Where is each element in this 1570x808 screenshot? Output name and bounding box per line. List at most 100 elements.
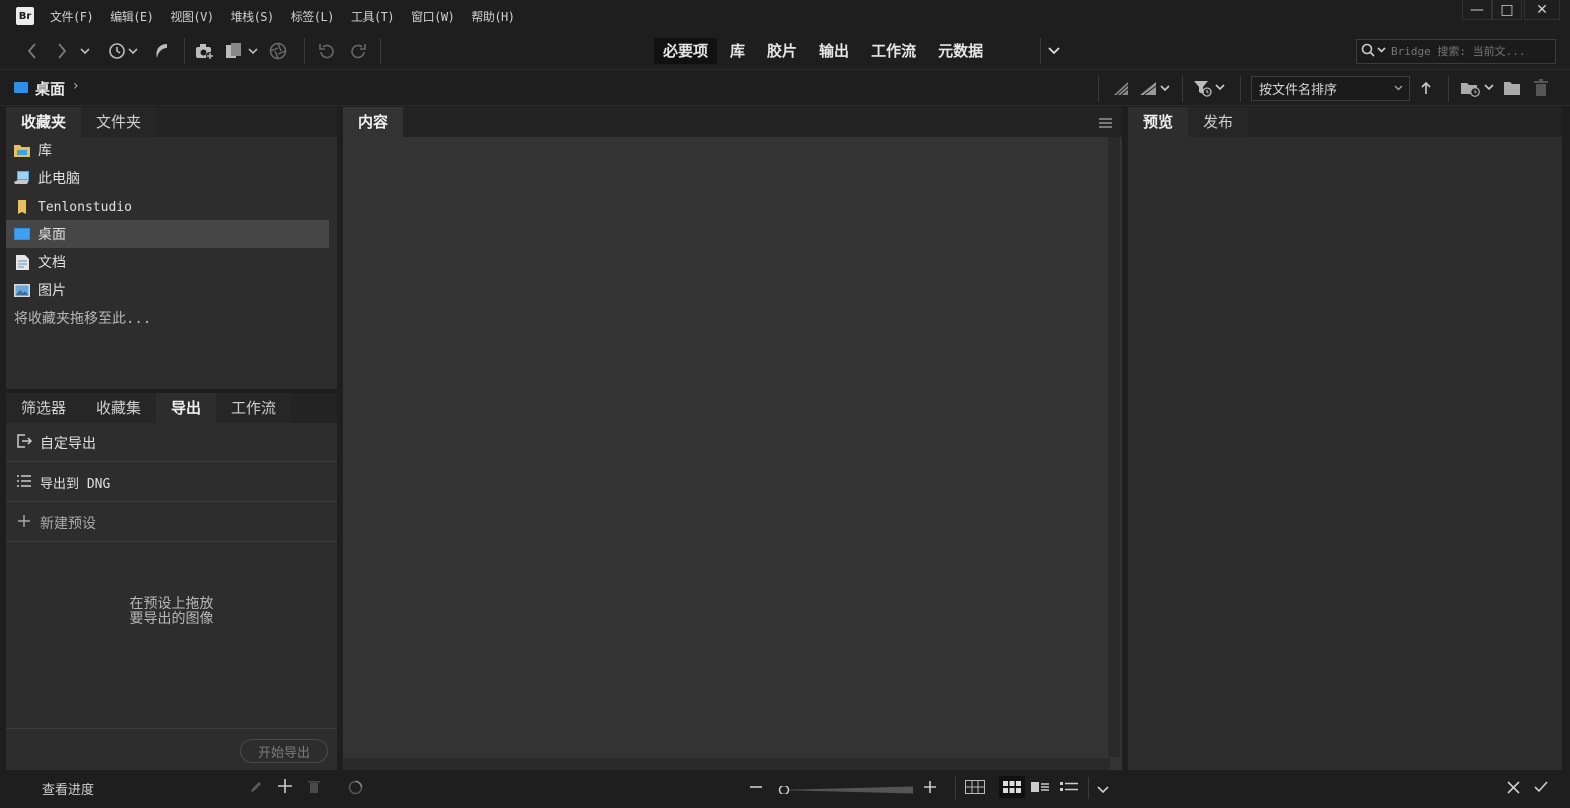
search-input[interactable] bbox=[1391, 45, 1551, 58]
list-view-button[interactable] bbox=[1060, 781, 1078, 797]
rotate-right-button[interactable] bbox=[348, 41, 368, 61]
export-item-custom[interactable]: 自定导出 bbox=[16, 433, 332, 453]
quality-button[interactable] bbox=[1112, 78, 1130, 98]
status-separator bbox=[1088, 777, 1089, 799]
cancel-button[interactable] bbox=[1507, 781, 1520, 798]
workspace-metadata[interactable]: 元数据 bbox=[929, 38, 992, 64]
sort-direction-button[interactable] bbox=[1420, 78, 1432, 98]
content-scrollbar[interactable] bbox=[1108, 137, 1120, 757]
favorite-item-library[interactable]: 库 bbox=[14, 138, 337, 162]
close-window-button[interactable]: ✕ bbox=[1524, 0, 1560, 20]
menu-label[interactable]: 标签(L) bbox=[291, 8, 335, 25]
export-divider bbox=[6, 728, 337, 729]
path-bar: 桌面 › 按文件名排序 bbox=[0, 70, 1570, 106]
recent-folders-dropdown[interactable] bbox=[1460, 78, 1496, 98]
favorite-item-tenlonstudio[interactable]: Tenlonstudio bbox=[14, 195, 337, 219]
content-panel-menu[interactable] bbox=[1099, 116, 1112, 132]
search-box[interactable] bbox=[1356, 39, 1556, 64]
tab-workflow[interactable]: 工作流 bbox=[216, 393, 292, 423]
menu-file[interactable]: 文件(F) bbox=[50, 8, 94, 25]
zoom-in-button[interactable] bbox=[923, 780, 937, 798]
copy-files-icon bbox=[226, 43, 258, 58]
boomerang-button[interactable] bbox=[152, 41, 170, 61]
favorite-item-pictures[interactable]: 图片 bbox=[14, 278, 337, 302]
menu-stacks[interactable]: 堆栈(S) bbox=[231, 8, 275, 25]
back-button[interactable] bbox=[22, 41, 42, 61]
menu-view[interactable]: 视图(V) bbox=[170, 8, 214, 25]
delete-button[interactable] bbox=[1534, 78, 1548, 98]
toolbar-separator bbox=[380, 38, 381, 64]
new-folder-button[interactable] bbox=[1503, 78, 1521, 98]
new-preset-button[interactable]: 新建预设 bbox=[16, 513, 332, 533]
camera-icon bbox=[196, 44, 214, 60]
breadcrumb-chevron-icon[interactable]: › bbox=[73, 78, 79, 94]
start-export-button[interactable]: 开始导出 bbox=[240, 739, 328, 763]
tab-filter[interactable]: 筛选器 bbox=[6, 393, 82, 423]
chevron-left-icon bbox=[27, 43, 36, 59]
minus-icon bbox=[750, 786, 762, 788]
recent-files-button[interactable] bbox=[107, 41, 139, 61]
minimize-button[interactable]: — bbox=[1462, 0, 1492, 20]
sort-dropdown[interactable]: 按文件名排序 bbox=[1251, 76, 1410, 101]
camera-raw-button[interactable] bbox=[268, 41, 288, 61]
recent-locations-dropdown[interactable] bbox=[78, 41, 92, 61]
tab-preview[interactable]: 预览 bbox=[1128, 107, 1189, 137]
toolbar-separator bbox=[1240, 76, 1241, 102]
view-options-dropdown[interactable] bbox=[1097, 782, 1109, 798]
toolbar-separator bbox=[1182, 76, 1183, 102]
thumbnail-size-slider[interactable] bbox=[773, 782, 915, 796]
workspace-output[interactable]: 输出 bbox=[810, 38, 858, 64]
menu-tools[interactable]: 工具(T) bbox=[351, 8, 395, 25]
workspace-tabs: 必要项 库 胶片 输出 工作流 元数据 bbox=[654, 38, 996, 64]
app-logo: Br bbox=[16, 7, 34, 25]
chevron-down-icon bbox=[80, 48, 90, 55]
export-icon bbox=[16, 433, 33, 453]
get-photos-button[interactable] bbox=[195, 41, 215, 61]
grid-lock-button[interactable] bbox=[965, 780, 985, 798]
tab-content[interactable]: 内容 bbox=[343, 107, 404, 137]
search-icon[interactable] bbox=[1357, 43, 1391, 61]
tab-folders[interactable]: 文件夹 bbox=[81, 107, 157, 137]
maximize-button[interactable]: □ bbox=[1492, 0, 1522, 20]
loading-spinner bbox=[348, 780, 363, 799]
workspace-libraries[interactable]: 库 bbox=[721, 38, 754, 64]
detail-view-button[interactable] bbox=[1031, 781, 1049, 797]
workspace-essentials[interactable]: 必要项 bbox=[654, 38, 718, 64]
thumbnail-quality-icon bbox=[1114, 82, 1129, 96]
export-item-dng[interactable]: 导出到 DNG bbox=[16, 473, 332, 492]
menu-window[interactable]: 窗口(W) bbox=[411, 8, 455, 25]
workspace-workflow[interactable]: 工作流 bbox=[862, 38, 925, 64]
tab-favorites[interactable]: 收藏夹 bbox=[6, 107, 82, 137]
add-preset-button[interactable] bbox=[278, 779, 292, 797]
tab-collections[interactable]: 收藏集 bbox=[81, 393, 157, 423]
content-h-scrollbar[interactable] bbox=[343, 758, 1110, 770]
zoom-out-button[interactable] bbox=[749, 780, 763, 798]
thumbnail-view-button[interactable] bbox=[999, 776, 1025, 798]
view-progress-link[interactable]: 查看进度 bbox=[42, 779, 94, 798]
tab-export[interactable]: 导出 bbox=[156, 393, 217, 423]
breadcrumb-current[interactable]: 桌面 bbox=[35, 78, 65, 99]
tab-publish[interactable]: 发布 bbox=[1188, 107, 1249, 137]
copy-move-button[interactable] bbox=[225, 41, 261, 61]
workspace-more-dropdown[interactable] bbox=[1040, 38, 1066, 64]
edit-preset-button[interactable] bbox=[249, 780, 263, 798]
trash-icon bbox=[1534, 79, 1548, 96]
workspace-filmstrip[interactable]: 胶片 bbox=[758, 38, 806, 64]
desktop-icon bbox=[14, 227, 30, 241]
forward-button[interactable] bbox=[52, 41, 72, 61]
menu-edit[interactable]: 编辑(E) bbox=[110, 8, 154, 25]
apply-button[interactable] bbox=[1534, 781, 1548, 797]
export-divider bbox=[6, 461, 337, 462]
filter-dropdown[interactable] bbox=[1193, 78, 1227, 98]
preview-panel: 预览 发布 bbox=[1128, 107, 1562, 770]
export-drop-hint-line1: 在预设上拖放 bbox=[129, 596, 214, 612]
favorite-item-this-pc[interactable]: 此电脑 bbox=[14, 166, 337, 190]
favorite-item-desktop[interactable]: 桌面 bbox=[6, 220, 329, 248]
desktop-icon bbox=[14, 82, 28, 93]
menu-help[interactable]: 帮助(H) bbox=[471, 8, 515, 25]
favorite-item-documents[interactable]: 文档 bbox=[14, 250, 337, 274]
quality-options-dropdown[interactable] bbox=[1138, 78, 1172, 98]
preview-status-bar bbox=[1128, 772, 1562, 804]
delete-preset-button[interactable] bbox=[308, 779, 320, 798]
rotate-left-button[interactable] bbox=[317, 41, 337, 61]
